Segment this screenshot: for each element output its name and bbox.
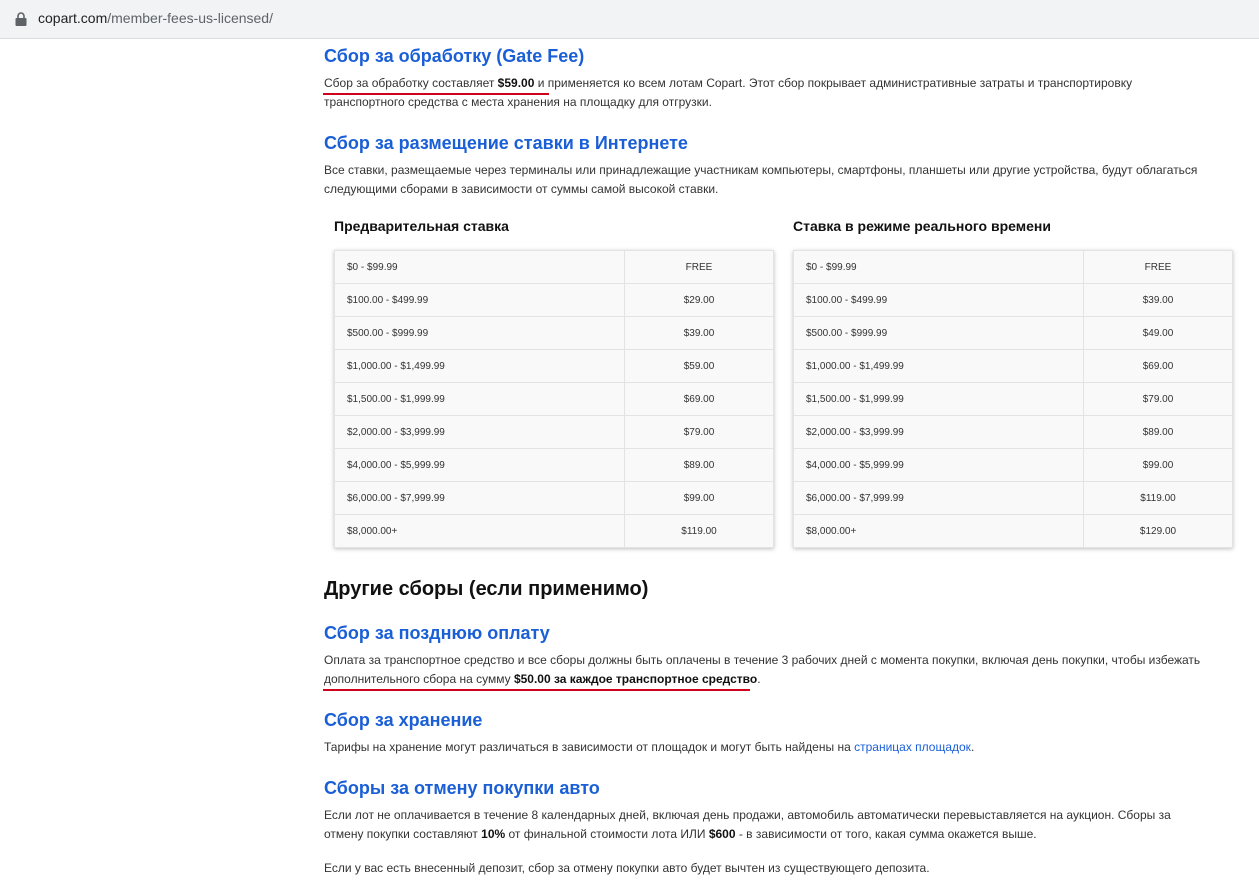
bid-range-cell: $4,000.00 - $5,999.99 — [334, 448, 625, 482]
bid-range-cell: $8,000.00+ — [793, 514, 1084, 548]
late-payment-heading: Сбор за позднюю оплату — [324, 623, 550, 643]
fee-amount-cell: $89.00 — [1083, 415, 1233, 449]
bid-range-cell: $1,000.00 - $1,499.99 — [793, 349, 1084, 383]
fee-amount-cell: $59.00 — [624, 349, 774, 383]
yard-pages-link[interactable]: страницах площадок — [854, 740, 971, 754]
internet-bid-fee-heading: Сбор за размещение ставки в Интернете — [324, 133, 688, 153]
cancellation-heading: Сборы за отмену покупки авто — [324, 778, 600, 798]
fee-amount-cell: $49.00 — [1083, 316, 1233, 350]
fee-amount-cell: $119.00 — [1083, 481, 1233, 515]
table-row: $2,000.00 - $3,999.99 $89.00 — [793, 415, 1233, 449]
bid-range-cell: $100.00 - $499.99 — [334, 283, 625, 317]
fee-amount-cell: $89.00 — [624, 448, 774, 482]
table-row: $8,000.00+ $129.00 — [793, 514, 1233, 548]
bid-range-cell: $2,000.00 - $3,999.99 — [793, 415, 1084, 449]
address-bar[interactable]: copart.com/member-fees-us-licensed/ — [0, 0, 1259, 39]
bid-range-cell: $0 - $99.99 — [793, 250, 1084, 284]
preliminary-bid-table: Предварительная ставка $0 - $99.99 FREE $1… — [334, 218, 774, 548]
table-row: $100.00 - $499.99 $29.00 — [334, 283, 774, 317]
url-text[interactable]: copart.com/member-fees-us-licensed/ — [38, 10, 273, 26]
fee-amount-cell: $69.00 — [624, 382, 774, 416]
other-fees-heading: Другие сборы (если применимо) — [324, 578, 649, 600]
table-row: $1,000.00 - $1,499.99 $59.00 — [334, 349, 774, 383]
fee-amount-cell: $99.00 — [624, 481, 774, 515]
bid-range-cell: $0 - $99.99 — [334, 250, 625, 284]
realtime-bid-table: Ставка в режиме реального времени $0 - $… — [793, 218, 1233, 548]
bid-range-cell: $500.00 - $999.99 — [334, 316, 625, 350]
late-payment-text: Оплата за транспортное средство и все сб… — [324, 651, 1209, 689]
gate-fee-text-pre: Сбор за обработку составляет — [324, 76, 498, 90]
table-row: $1,500.00 - $1,999.99 $69.00 — [334, 382, 774, 416]
fee-amount-cell: $69.00 — [1083, 349, 1233, 383]
bid-range-cell: $500.00 - $999.99 — [793, 316, 1084, 350]
url-domain: copart.com — [38, 10, 108, 26]
storage-text: Тарифы на хранение могут различаться в з… — [324, 738, 1209, 757]
bid-range-cell: $1,500.00 - $1,999.99 — [793, 382, 1084, 416]
deposit-text: Если у вас есть внесенный депозит, сбор … — [324, 861, 930, 875]
table-row: $500.00 - $999.99 $49.00 — [793, 316, 1233, 350]
cancellation-text-3: - в зависимости от того, какая сумма ока… — [735, 827, 1037, 841]
late-payment-text-post: . — [757, 672, 761, 686]
cancellation-text: Если лот не оплачивается в течение 8 кал… — [324, 806, 1209, 844]
fee-amount-cell: $129.00 — [1083, 514, 1233, 548]
fee-amount-cell: $39.00 — [624, 316, 774, 350]
storage-text-pre: Тарифы на хранение могут различаться в з… — [324, 740, 855, 754]
table-row: $4,000.00 - $5,999.99 $89.00 — [334, 448, 774, 482]
table-row: $500.00 - $999.99 $39.00 — [334, 316, 774, 350]
fee-amount-cell: $119.00 — [624, 514, 774, 548]
realtime-table-title: Ставка в режиме реального времени — [793, 218, 1051, 234]
late-payment-amount: $50.00 за каждое транспортное средство — [513, 672, 758, 686]
bid-range-cell: $8,000.00+ — [334, 514, 625, 548]
red-underline-gate-fee — [323, 93, 549, 95]
preliminary-table-title: Предварительная ставка — [334, 218, 509, 234]
table-row: $8,000.00+ $119.00 — [334, 514, 774, 548]
url-path: /member-fees-us-licensed/ — [107, 10, 273, 26]
lock-icon[interactable] — [14, 11, 28, 27]
realtime-fee-table: $0 - $99.99 FREE $100.00 - $499.99 $39.00 $5… — [793, 250, 1233, 548]
table-row: $1,000.00 - $1,499.99 $69.00 — [793, 349, 1233, 383]
gate-fee-amount: $59.00 — [497, 76, 535, 90]
table-row: $6,000.00 - $7,999.99 $99.00 — [334, 481, 774, 515]
fee-amount-cell: FREE — [1083, 250, 1233, 284]
storage-text-post: . — [970, 740, 975, 754]
bid-range-cell: $2,000.00 - $3,999.99 — [334, 415, 625, 449]
fee-amount-cell: $39.00 — [1083, 283, 1233, 317]
preliminary-fee-table: $0 - $99.99 FREE $100.00 - $499.99 $29.00 $5… — [334, 250, 774, 548]
cancellation-text-2: от финальной стоимости лота ИЛИ — [505, 827, 709, 841]
bid-range-cell: $6,000.00 - $7,999.99 — [793, 481, 1084, 515]
fee-amount-cell: $29.00 — [624, 283, 774, 317]
fee-amount-cell: $99.00 — [1083, 448, 1233, 482]
table-row: $4,000.00 - $5,999.99 $99.00 — [793, 448, 1233, 482]
bid-range-cell: $4,000.00 - $5,999.99 — [793, 448, 1084, 482]
cancellation-fixed: $600 — [708, 827, 736, 841]
table-row: $100.00 - $499.99 $39.00 — [793, 283, 1233, 317]
internet-bid-fee-text: Все ставки, размещаемые через терминалы … — [324, 163, 1198, 196]
fee-amount-cell: $79.00 — [624, 415, 774, 449]
fee-amount-cell: $79.00 — [1083, 382, 1233, 416]
table-row: $0 - $99.99 FREE — [334, 250, 774, 284]
bid-range-cell: $1,000.00 - $1,499.99 — [334, 349, 625, 383]
fee-amount-cell: FREE — [624, 250, 774, 284]
late-payment-text-pre: Оплата за транспортное средство и все сб… — [324, 653, 1201, 686]
gate-fee-heading: Сбор за обработку (Gate Fee) — [324, 46, 585, 66]
table-row: $6,000.00 - $7,999.99 $119.00 — [793, 481, 1233, 515]
bid-range-cell: $100.00 - $499.99 — [793, 283, 1084, 317]
bid-range-cell: $1,500.00 - $1,999.99 — [334, 382, 625, 416]
table-row: $1,500.00 - $1,999.99 $79.00 — [793, 382, 1233, 416]
bid-range-cell: $6,000.00 - $7,999.99 — [334, 481, 625, 515]
cancellation-percent: 10% — [481, 827, 506, 841]
table-row: $0 - $99.99 FREE — [793, 250, 1233, 284]
table-row: $2,000.00 - $3,999.99 $79.00 — [334, 415, 774, 449]
red-underline-late-fee — [323, 689, 750, 691]
storage-heading: Сбор за хранение — [324, 710, 483, 730]
